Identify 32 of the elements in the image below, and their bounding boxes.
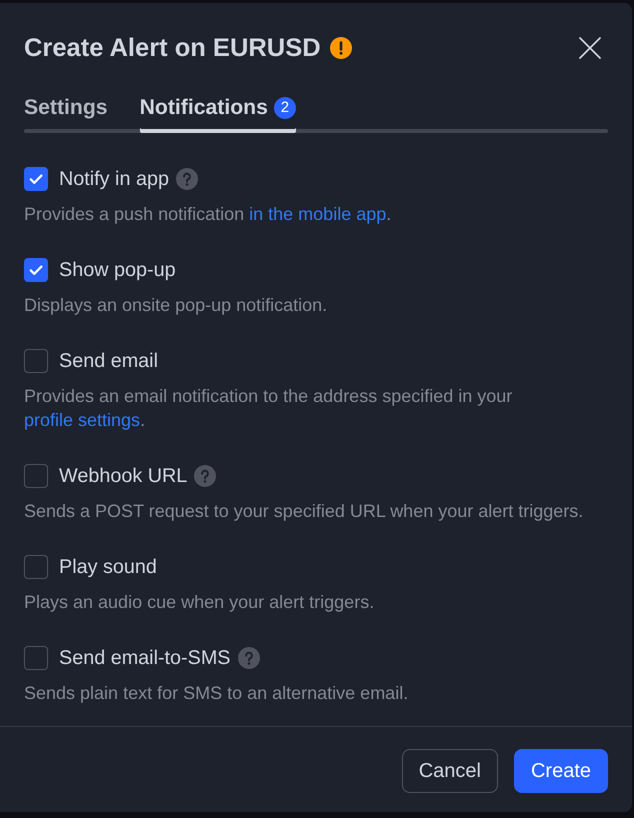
cancel-button[interactable]: Cancel — [402, 749, 498, 793]
checkbox[interactable] — [24, 646, 48, 670]
option-description: Displays an onsite pop-up notification. — [24, 294, 328, 317]
help-icon[interactable] — [238, 647, 260, 669]
option-description: Provides an email notification to the address specified in your profile settings. — [24, 385, 514, 432]
dialog-title: Create Alert on EURUSD — [24, 33, 321, 63]
option-description: Provides a push notification in the mobile app. — [24, 203, 392, 226]
option-label: Show pop-up — [59, 258, 176, 282]
link[interactable]: profile settings — [24, 410, 140, 430]
close-button[interactable] — [576, 34, 604, 62]
checkbox[interactable] — [24, 555, 48, 579]
help-icon[interactable] — [176, 168, 198, 190]
create-button[interactable]: Create — [514, 749, 608, 793]
tab[interactable]: Settings — [24, 96, 108, 133]
count-badge: 2 — [274, 97, 296, 119]
option-label: Webhook URL — [59, 464, 188, 488]
option-label: Send email — [59, 349, 158, 373]
close-icon — [579, 37, 601, 59]
option-description: Sends plain text for SMS to an alternative email. — [24, 682, 410, 705]
warning-icon — [330, 37, 352, 59]
checkbox[interactable] — [24, 167, 48, 191]
checkbox[interactable] — [24, 349, 48, 373]
option-label: Play sound — [59, 555, 157, 579]
option-label: Notify in app — [59, 167, 169, 191]
checkbox[interactable] — [24, 258, 48, 282]
link[interactable]: in the mobile app — [249, 204, 386, 224]
tab[interactable]: Notifications 2 — [140, 96, 296, 133]
help-icon[interactable] — [194, 465, 216, 487]
option-description: Plays an audio cue when your alert triggers. — [24, 591, 376, 614]
checkbox[interactable] — [24, 464, 48, 488]
option-label: Send email-to-SMS — [59, 646, 231, 670]
option-description: Sends a POST request to your specified URL when your alert triggers. — [24, 500, 584, 523]
